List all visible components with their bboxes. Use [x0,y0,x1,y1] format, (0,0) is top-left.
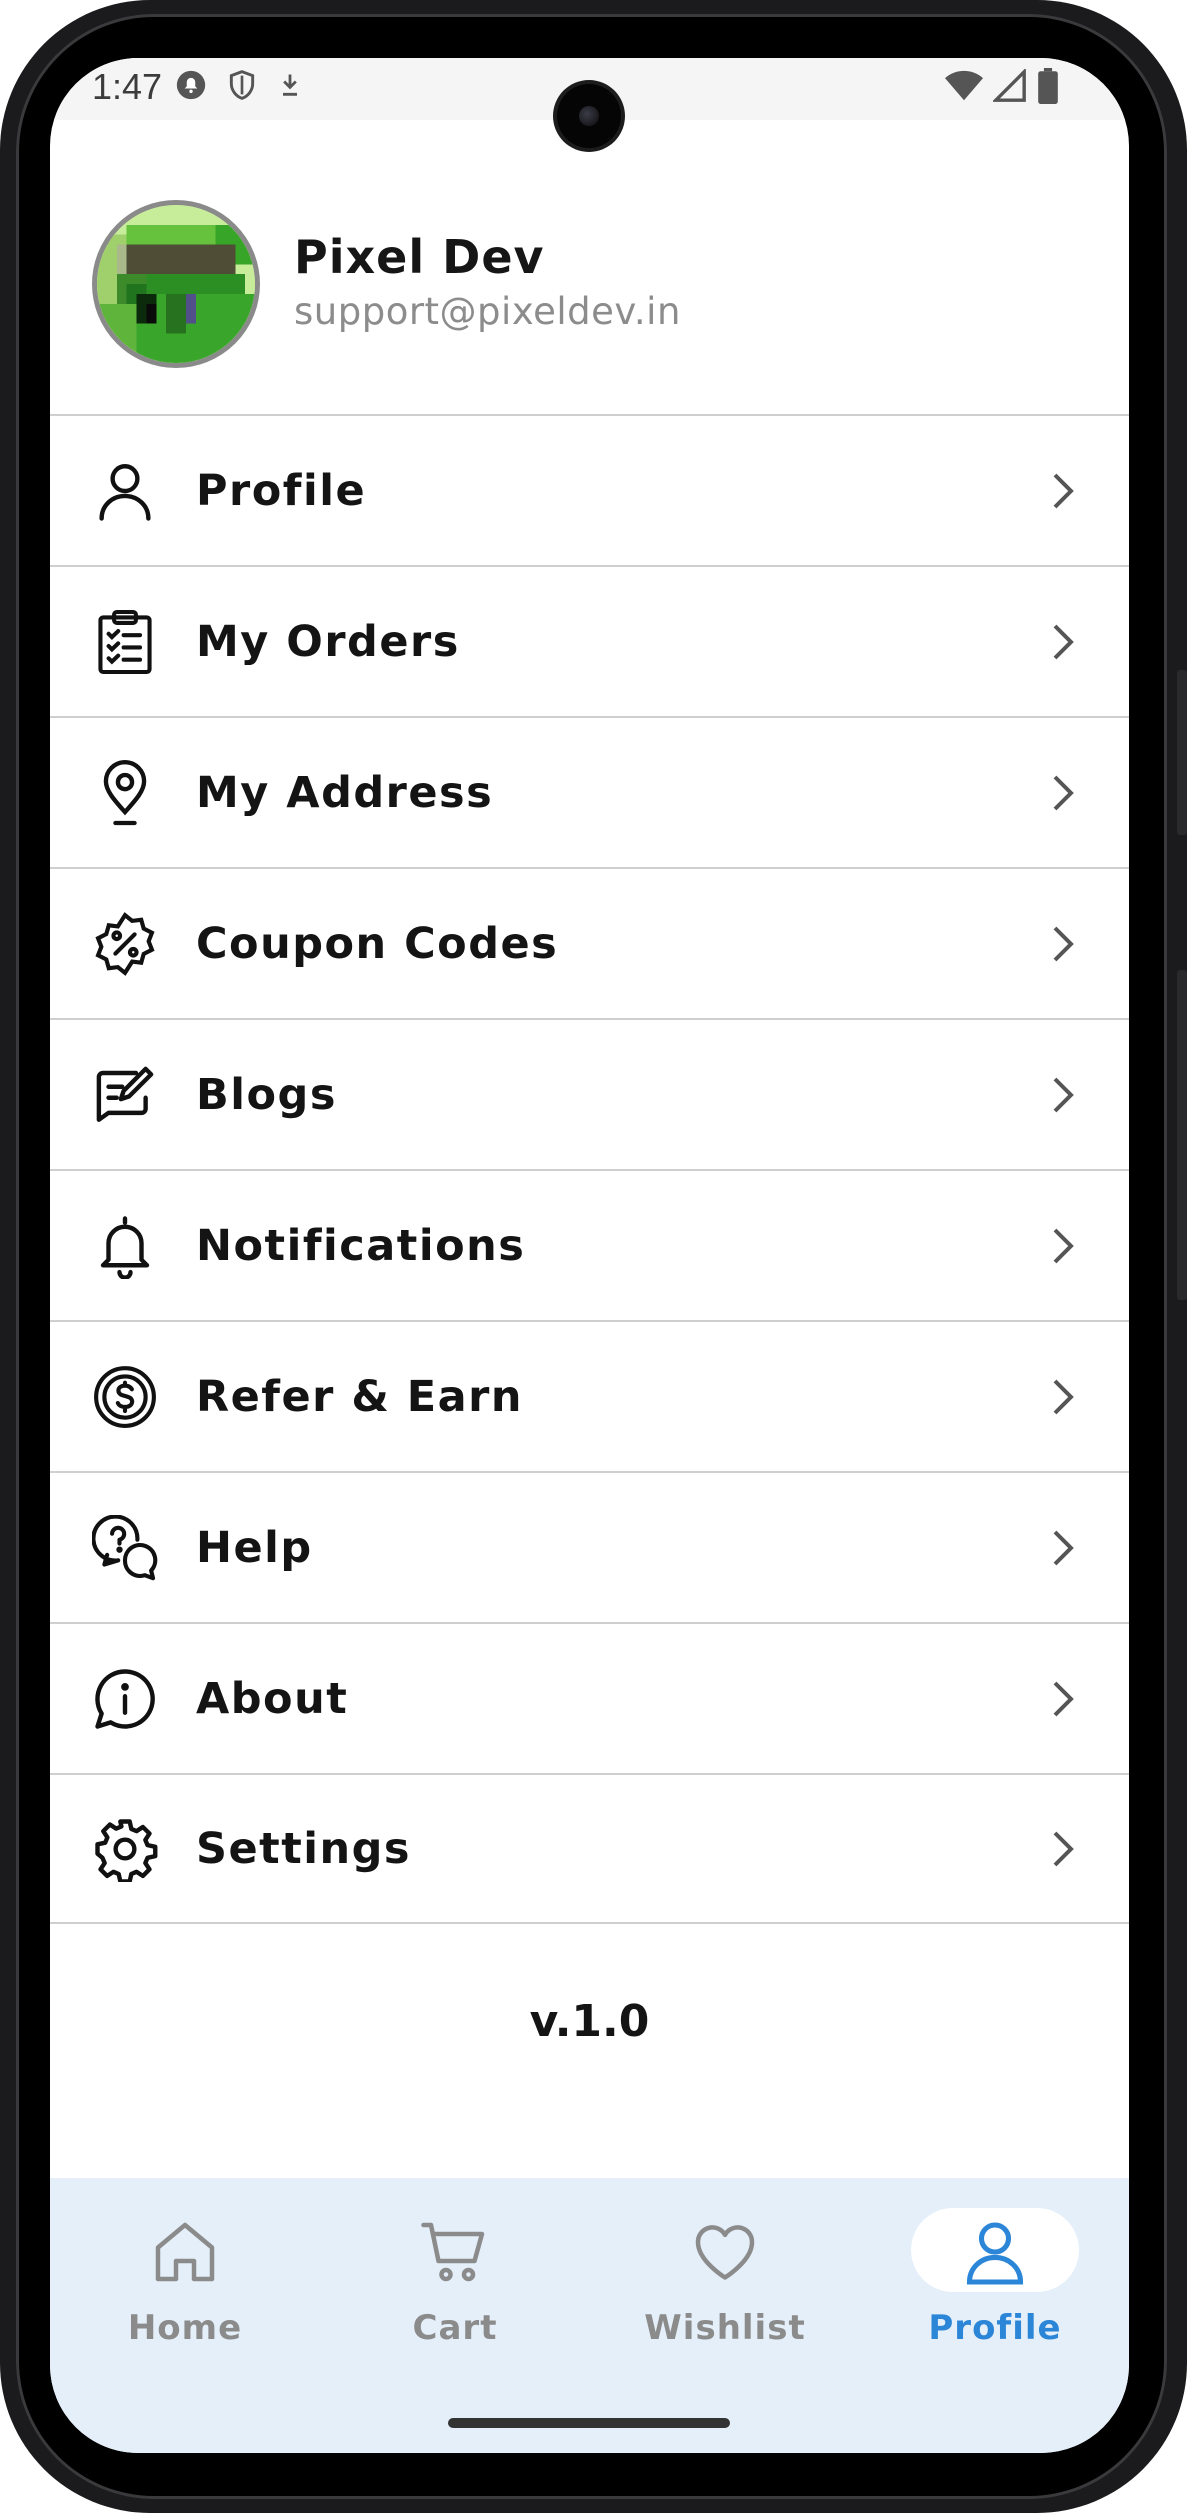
home-icon [155,2222,215,2282]
volume-button [1177,670,1187,835]
alarm-notification-icon [176,70,206,100]
nav-tab-cart[interactable]: Cart [320,2178,590,2388]
chevron-right-icon [1053,1228,1074,1263]
nav-label: Home [127,2308,243,2348]
menu-label: About [196,1673,349,1724]
wifi-icon [945,70,983,101]
profile-menu: Profile My Orders My Address Coupon Code… [50,414,1129,1924]
nav-label: Cart [412,2308,498,2348]
help-chat-icon [90,1513,160,1583]
menu-item-notifications[interactable]: Notifications [50,1169,1129,1320]
menu-item-blogs[interactable]: Blogs [50,1018,1129,1169]
nav-label: Wishlist [644,2308,806,2348]
app-version: v.1.0 [529,1996,650,2047]
battery-icon [1038,68,1058,104]
gear-icon [90,1814,160,1884]
discount-badge-icon [90,909,160,979]
chevron-right-icon [1053,1077,1074,1112]
menu-label: Refer & Earn [196,1371,523,1422]
chevron-right-icon [1053,1831,1074,1866]
nav-tab-wishlist[interactable]: Wishlist [590,2178,860,2388]
download-icon [283,74,297,96]
clipboard-list-icon [90,607,160,677]
menu-item-my-orders[interactable]: My Orders [50,565,1129,716]
menu-label: Profile [196,465,367,516]
dollar-coin-icon [90,1362,160,1432]
menu-item-help[interactable]: Help [50,1471,1129,1622]
menu-label: My Orders [196,616,460,667]
edit-note-icon [90,1060,160,1130]
menu-item-refer-earn[interactable]: Refer & Earn [50,1320,1129,1471]
user-name: Pixel Dev [294,230,545,284]
nav-tab-home[interactable]: Home [50,2178,320,2388]
shield-icon [229,70,255,100]
nav-label: Profile [928,2308,1062,2348]
menu-item-settings[interactable]: Settings [50,1773,1129,1924]
bell-icon [90,1211,160,1281]
phone-frame: 1:47 Pixel Dev support@pixeldev.in Profi… [0,0,1187,2513]
chevron-right-icon [1053,1681,1074,1716]
chevron-right-icon [1053,624,1074,659]
menu-label: My Address [196,767,494,818]
chevron-right-icon [1053,775,1074,810]
person-icon [966,2222,1024,2285]
menu-item-profile[interactable]: Profile [50,414,1129,565]
home-indicator[interactable] [448,2418,730,2428]
heart-icon [695,2225,755,2280]
menu-label: Settings [196,1823,411,1874]
nav-tab-profile[interactable]: Profile [860,2178,1129,2388]
person-icon [90,456,160,526]
menu-item-coupon-codes[interactable]: Coupon Codes [50,867,1129,1018]
power-button [1177,970,1187,1300]
bottom-nav: Home Cart Wishlist Profile [50,2178,1129,2453]
info-chat-icon [90,1664,160,1734]
chevron-right-icon [1053,1530,1074,1565]
menu-label: Notifications [196,1220,526,1271]
menu-label: Help [196,1522,313,1573]
chevron-right-icon [1053,473,1074,508]
front-camera [557,84,621,148]
screen: 1:47 Pixel Dev support@pixeldev.in Profi… [50,58,1129,2453]
menu-label: Coupon Codes [196,918,559,969]
menu-item-my-address[interactable]: My Address [50,716,1129,867]
chevron-right-icon [1053,1379,1074,1414]
location-pin-icon [90,758,160,828]
user-email: support@pixeldev.in [294,290,681,333]
menu-label: Blogs [196,1069,337,1120]
chevron-right-icon [1053,926,1074,961]
cart-icon [421,2222,485,2282]
avatar[interactable] [92,200,260,368]
menu-item-about[interactable]: About [50,1622,1129,1773]
status-time: 1:47 [92,66,163,107]
signal-icon [993,69,1026,102]
